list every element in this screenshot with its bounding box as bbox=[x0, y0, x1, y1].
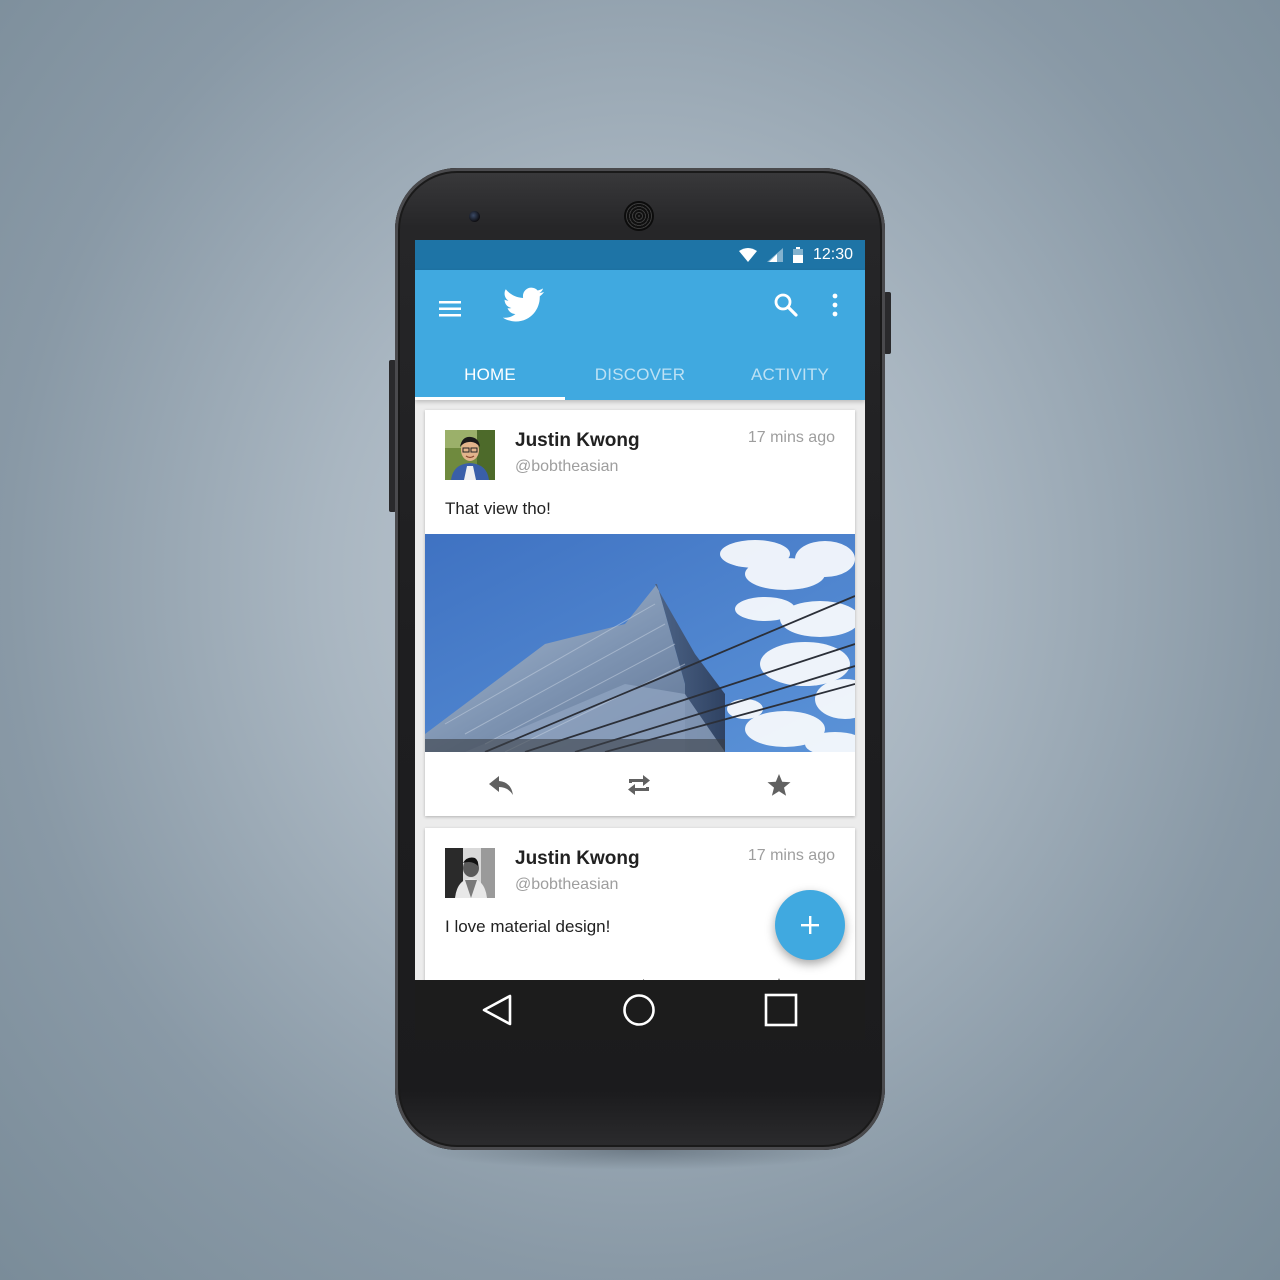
status-time: 12:30 bbox=[812, 246, 853, 263]
menu-icon[interactable] bbox=[437, 296, 463, 322]
avatar[interactable] bbox=[445, 430, 495, 480]
system-nav-bar bbox=[415, 980, 865, 1040]
signal-icon bbox=[766, 248, 783, 262]
search-icon[interactable] bbox=[773, 292, 799, 318]
phone-screen: 12:30 HOME DISCOVER ACTIVITY Justin Kwon… bbox=[415, 240, 865, 1040]
tweet-timestamp: 17 mins ago bbox=[747, 847, 835, 864]
tweet-text: That view tho! bbox=[445, 499, 551, 518]
favorite-icon[interactable] bbox=[765, 772, 793, 798]
wifi-icon bbox=[738, 248, 757, 262]
retweet-icon[interactable] bbox=[625, 772, 653, 798]
tweet-author-name[interactable]: Justin Kwong bbox=[515, 430, 640, 452]
compose-plus-icon bbox=[801, 916, 819, 934]
tweet-author-handle: @bobtheasian bbox=[515, 458, 619, 475]
tweet-actions bbox=[425, 752, 855, 816]
tab-bar: HOME DISCOVER ACTIVITY bbox=[415, 350, 865, 400]
tweet-card[interactable]: Justin Kwong @bobtheasian 17 mins ago Th… bbox=[425, 410, 855, 816]
home-icon[interactable] bbox=[621, 992, 657, 1028]
battery-icon bbox=[792, 247, 803, 263]
tweet-text: I love material design! bbox=[445, 917, 611, 936]
power-button bbox=[884, 292, 891, 354]
tab-activity[interactable]: ACTIVITY bbox=[715, 350, 865, 400]
tweet-author-handle: @bobtheasian bbox=[515, 876, 619, 893]
tweet-photo[interactable] bbox=[425, 534, 855, 752]
compose-tweet-button[interactable] bbox=[775, 890, 845, 960]
recents-icon[interactable] bbox=[763, 992, 799, 1028]
tweet-author-name[interactable]: Justin Kwong bbox=[515, 848, 640, 870]
status-bar: 12:30 bbox=[415, 240, 865, 270]
overflow-menu-icon[interactable] bbox=[829, 292, 841, 318]
tab-discover[interactable]: DISCOVER bbox=[565, 350, 715, 400]
earpiece-speaker bbox=[626, 203, 652, 229]
back-icon[interactable] bbox=[479, 992, 515, 1028]
tweet-timestamp: 17 mins ago bbox=[747, 429, 835, 446]
twitter-bird-icon bbox=[503, 287, 545, 322]
front-camera bbox=[469, 211, 480, 222]
tab-home[interactable]: HOME bbox=[415, 350, 565, 400]
avatar[interactable] bbox=[445, 848, 495, 898]
app-bar: HOME DISCOVER ACTIVITY bbox=[415, 270, 865, 400]
reply-icon[interactable] bbox=[487, 772, 515, 798]
